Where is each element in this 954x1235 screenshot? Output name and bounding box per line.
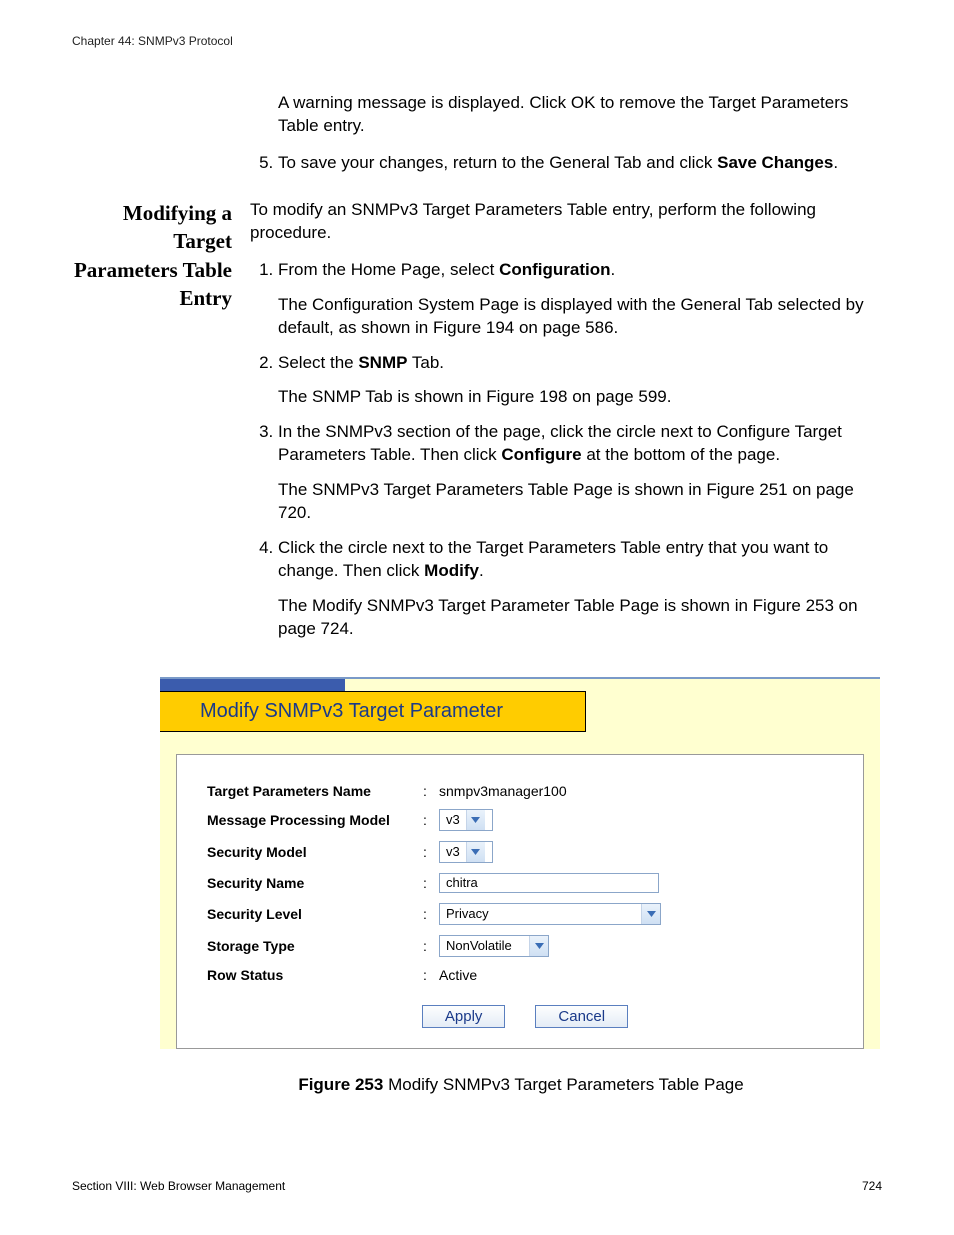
- label-storage: Storage Type: [207, 938, 423, 954]
- label-sec-model: Security Model: [207, 844, 423, 860]
- label-sec-level: Security Level: [207, 906, 423, 922]
- figure-caption: Figure 253 Modify SNMPv3 Target Paramete…: [160, 1075, 882, 1095]
- select-sec-level[interactable]: Privacy: [439, 903, 661, 925]
- label-row-status: Row Status: [207, 967, 423, 983]
- value-row-status: Active: [439, 967, 477, 983]
- panel-tab: [160, 679, 345, 691]
- step-2: Select the SNMP Tab. The SNMP Tab is sho…: [278, 352, 882, 410]
- chevron-down-icon: [466, 810, 485, 830]
- cancel-button[interactable]: Cancel: [535, 1005, 628, 1028]
- intro-paragraph: To modify an SNMPv3 Target Parameters Ta…: [250, 199, 882, 245]
- figure-253: Modify SNMPv3 Target Parameter Target Pa…: [160, 677, 882, 1095]
- footer-page-number: 724: [862, 1179, 882, 1193]
- warning-paragraph: A warning message is displayed. Click OK…: [278, 92, 882, 138]
- label-mpm: Message Processing Model: [207, 812, 423, 828]
- panel-title: Modify SNMPv3 Target Parameter: [160, 691, 586, 732]
- chevron-down-icon: [529, 936, 548, 956]
- label-sec-name: Security Name: [207, 875, 423, 891]
- value-target-params-name: snmpv3manager100: [439, 783, 567, 799]
- chevron-down-icon: [466, 842, 485, 862]
- input-sec-name[interactable]: chitra: [439, 873, 659, 893]
- select-mpm[interactable]: v3: [439, 809, 493, 831]
- step-4: Click the circle next to the Target Para…: [278, 537, 882, 641]
- chevron-down-icon: [641, 904, 660, 924]
- label-target-params-name: Target Parameters Name: [207, 783, 423, 799]
- footer-section: Section VIII: Web Browser Management: [72, 1179, 285, 1193]
- step-1: From the Home Page, select Configuration…: [278, 259, 882, 340]
- apply-button[interactable]: Apply: [422, 1005, 506, 1028]
- step-5: To save your changes, return to the Gene…: [278, 152, 882, 175]
- chapter-header: Chapter 44: SNMPv3 Protocol: [72, 34, 882, 48]
- select-sec-model[interactable]: v3: [439, 841, 493, 863]
- select-storage[interactable]: NonVolatile: [439, 935, 549, 957]
- step-3: In the SNMPv3 section of the page, click…: [278, 421, 882, 525]
- section-heading: Modifying a Target Parameters Table Entr…: [72, 199, 232, 312]
